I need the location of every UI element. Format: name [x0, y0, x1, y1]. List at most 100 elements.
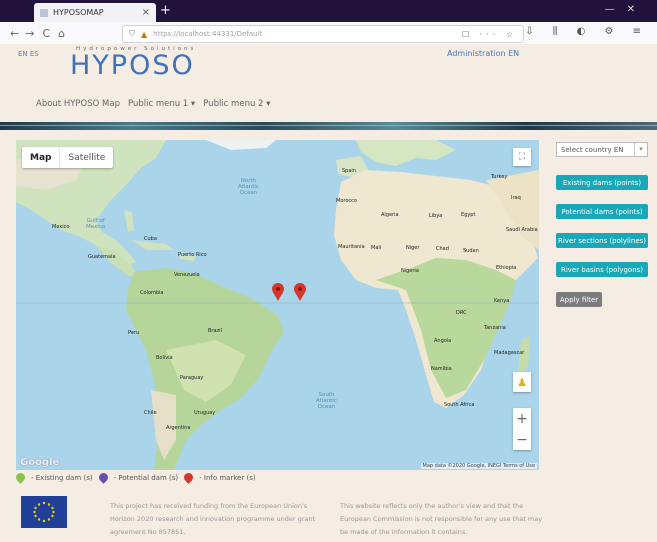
country-label: Sudan [463, 248, 479, 254]
country-label: Libya [429, 213, 443, 219]
browser-navbar: ← → C ⌂ ⛉ ▲ https://localhost:44331/Defa… [0, 22, 657, 45]
ocean-label-gulf: Gulf of Mexico [86, 218, 106, 230]
map-land-layer [16, 140, 539, 470]
info-marker-1[interactable] [272, 283, 284, 301]
map-type-toggle: Map Satellite [22, 147, 114, 168]
site-header: EN ES Hydropower Solutions HYPOSO Admini… [0, 44, 657, 122]
map-attribution[interactable]: Map data ©2020 Google, INEGI Terms of Us… [420, 463, 537, 469]
country-label: Bolivia [156, 355, 173, 361]
ocean-label-north-atlantic: North Atlantic Ocean [238, 178, 259, 196]
country-label: Paraguay [180, 375, 204, 381]
country-label: Algeria [381, 212, 399, 218]
home-icon[interactable]: ⌂ [58, 27, 65, 40]
zoom-out-button[interactable]: − [516, 429, 528, 450]
country-select[interactable]: Select country EN ▾ [556, 142, 648, 157]
filter-panel: Select country EN ▾ Existing dams (point… [556, 142, 648, 307]
ocean-label-south-atlantic: South Atlantic Ocean [316, 392, 337, 410]
window-controls[interactable]: —✕ [605, 4, 647, 15]
pegman-icon[interactable]: ♟ [513, 372, 531, 392]
potential-dams-button[interactable]: Potential dams (points) [556, 204, 648, 219]
reload-icon[interactable]: C [42, 27, 50, 40]
existing-dams-button[interactable]: Existing dams (points) [556, 175, 648, 190]
toolbar-icons[interactable]: ⇩ ⫼ ◐ ⚙ ≡ [525, 26, 649, 37]
country-label: Spain [342, 168, 356, 174]
country-label: Chad [436, 246, 449, 252]
country-label: Turkey [491, 174, 508, 180]
existing-dam-marker-icon [14, 471, 27, 484]
country-select-value: Select country EN [561, 145, 624, 154]
country-label: Mauritania [338, 244, 365, 250]
map-legend: - Existing dam (s) - Potential dam (s) -… [14, 471, 256, 484]
country-label: DRC [456, 310, 467, 316]
browser-tab[interactable]: HYPOSOMAP × [34, 3, 156, 22]
country-label: Mexico [52, 224, 70, 230]
country-label: Niger [406, 245, 420, 251]
footer-disclaimer-text: This website reflects only the author's … [340, 502, 543, 536]
lock-warning-icon[interactable]: ▲ [141, 30, 147, 39]
river-sections-button[interactable]: River sections (polylines) [556, 233, 648, 248]
country-label: Morocco [336, 198, 357, 204]
country-label: Cuba [144, 236, 157, 242]
country-label: Puerto Rico [178, 252, 207, 258]
country-label: Uruguay [194, 410, 216, 416]
legend-info: - Info marker (s) [199, 473, 256, 482]
apply-filter-button[interactable]: Apply filter [556, 292, 602, 307]
country-label: Nigeria [401, 268, 419, 274]
new-tab-button[interactable]: + [160, 3, 171, 18]
google-map[interactable]: Map Satellite ⛶ North Atlantic Ocean Sou… [16, 140, 539, 470]
country-label: Mali [371, 245, 382, 251]
country-label: Colombia [140, 290, 164, 296]
footer-funding-text: This project has received funding from t… [110, 502, 316, 536]
chevron-down-icon[interactable]: ▾ [634, 143, 647, 156]
browser-tabbar: HYPOSOMAP × + —✕ [0, 0, 657, 22]
info-marker-icon [182, 471, 195, 484]
header-wave-highlight [0, 125, 657, 126]
menu-item-about[interactable]: About HYPOSO Map [36, 99, 120, 109]
favicon-icon [40, 8, 48, 17]
close-icon[interactable]: × [142, 7, 150, 18]
potential-dam-marker-icon [96, 471, 110, 484]
legend-existing: - Existing dam (s) [31, 473, 93, 482]
country-label: Madagascar [494, 350, 525, 356]
map-type-satellite[interactable]: Satellite [59, 147, 113, 168]
country-label: Kenya [494, 298, 510, 304]
zoom-in-button[interactable]: + [516, 408, 528, 429]
page-actions-icon[interactable]: ☐ ··· ☆ [462, 30, 517, 39]
hyposo-logo[interactable]: HYPOSO [70, 50, 195, 81]
info-marker-2[interactable] [294, 283, 306, 301]
menu-item-public-2[interactable]: Public menu 2 ▾ [203, 99, 270, 109]
country-label: Chile [144, 410, 157, 416]
map-type-map[interactable]: Map [22, 147, 59, 168]
river-basins-button[interactable]: River basins (polygons) [556, 262, 648, 277]
google-logo[interactable]: Google [20, 457, 59, 468]
country-label: Saudi Arabia [506, 227, 538, 233]
header-wave-banner [0, 122, 657, 130]
url-bar[interactable]: ⛉ ▲ https://localhost:44331/Default ☐ ··… [122, 25, 524, 43]
eu-stars-icon [33, 501, 55, 523]
country-label: Tanzania [484, 325, 506, 331]
language-link[interactable]: EN ES [18, 50, 39, 58]
country-label: Angola [434, 338, 452, 344]
admin-link[interactable]: Administration EN [447, 49, 519, 58]
country-label: Ethiopia [496, 265, 517, 271]
menu-item-public-1[interactable]: Public menu 1 ▾ [128, 99, 195, 109]
url-text[interactable]: https://localhost:44331/Default [153, 30, 262, 38]
country-label: Brazil [208, 328, 222, 334]
country-label: Venezuela [174, 272, 200, 278]
tab-title: HYPOSOMAP [53, 8, 104, 17]
country-label: South Africa [444, 402, 475, 408]
legend-potential: - Potential dam (s) [113, 473, 179, 482]
country-label: Namibia [431, 366, 452, 372]
country-label: Peru [128, 330, 140, 336]
eu-flag-logo [21, 496, 67, 528]
country-label: Egypt [461, 212, 476, 218]
forward-icon[interactable]: → [25, 27, 34, 40]
main-menu: About HYPOSO Map Public menu 1 ▾ Public … [36, 99, 270, 109]
country-label: Iraq [511, 195, 521, 201]
fullscreen-icon[interactable]: ⛶ [513, 148, 531, 166]
back-icon[interactable]: ← [10, 27, 19, 40]
zoom-control: + − [513, 408, 531, 450]
country-label: Argentina [166, 425, 191, 431]
country-label: Guatemala [88, 254, 116, 260]
shield-icon[interactable]: ⛉ [129, 29, 135, 39]
